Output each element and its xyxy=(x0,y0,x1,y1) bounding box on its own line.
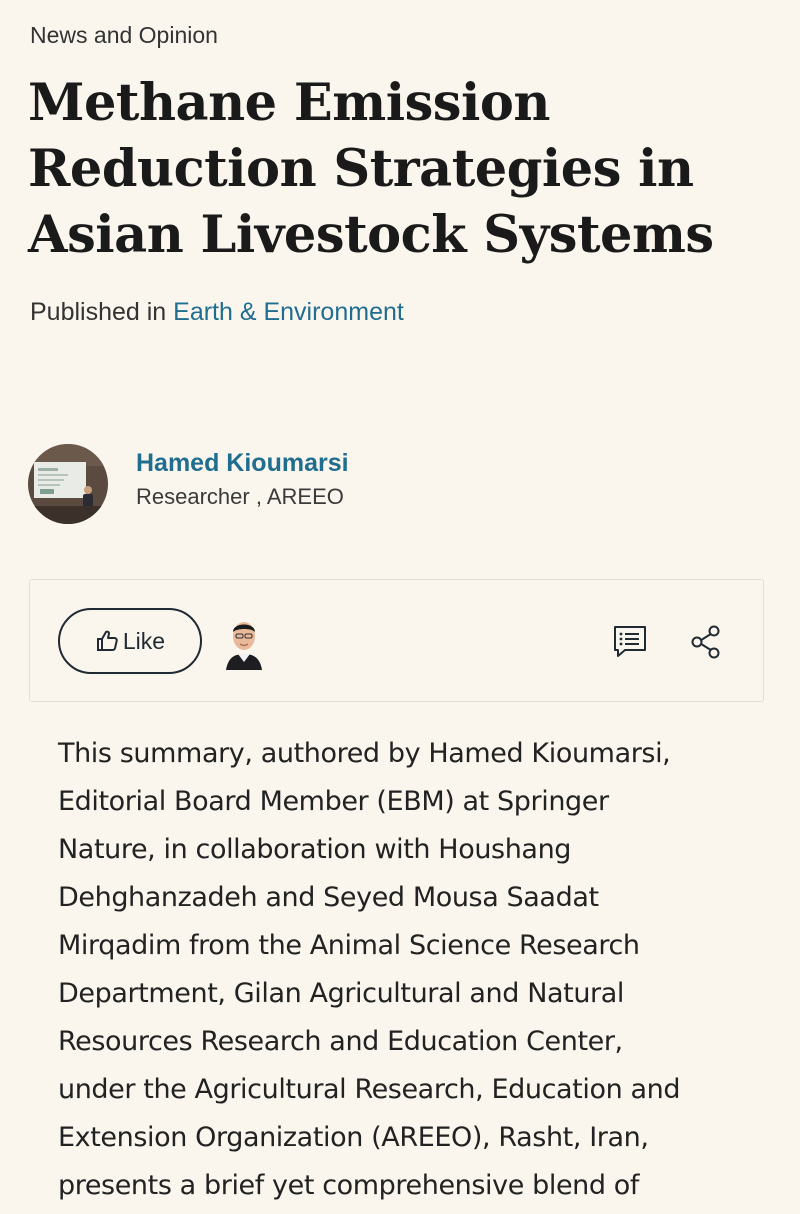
action-bar: Like xyxy=(29,579,764,702)
article-body: This summary, authored by Hamed Kioumars… xyxy=(58,730,758,1210)
body-line: presents a brief yet comprehensive blend… xyxy=(58,1170,640,1201)
liker-avatar[interactable] xyxy=(222,614,266,670)
title-line: Asian Livestock Systems xyxy=(28,205,714,265)
comment-icon[interactable] xyxy=(612,624,648,660)
body-line: This summary, authored by Hamed Kioumars… xyxy=(58,738,671,769)
published-prefix: Published in xyxy=(30,298,174,326)
author-avatar[interactable] xyxy=(28,444,108,524)
like-label: Like xyxy=(122,627,166,654)
article-title: Methane Emission Reduction Strategies in… xyxy=(28,70,768,268)
like-button[interactable]: Like xyxy=(58,608,202,674)
title-line: Methane Emission xyxy=(28,73,550,133)
author-info: Hamed Kioumarsi Researcher , AREEO xyxy=(136,446,349,514)
body-line: Nature, in collaboration with Houshang xyxy=(58,834,572,865)
author-role: Researcher , AREEO xyxy=(136,484,344,509)
thumbs-up-icon xyxy=(96,630,118,651)
share-icon[interactable] xyxy=(690,624,722,660)
body-line: Dehghanzadeh and Seyed Mousa Saadat xyxy=(58,882,599,913)
author-name[interactable]: Hamed Kioumarsi xyxy=(136,446,349,480)
body-line: under the Agricultural Research, Educati… xyxy=(58,1074,681,1105)
body-line: Extension Organization (AREEO), Rasht, I… xyxy=(58,1122,649,1153)
body-line: Resources Research and Education Center, xyxy=(58,1026,623,1057)
author-block: Hamed Kioumarsi Researcher , AREEO xyxy=(28,444,349,524)
section-label[interactable]: News and Opinion xyxy=(30,22,218,49)
channel-link[interactable]: Earth & Environment xyxy=(173,298,404,326)
title-line: Reduction Strategies in xyxy=(28,139,694,199)
body-line: Editorial Board Member (EBM) at Springer xyxy=(58,786,609,817)
body-line: Mirqadim from the Animal Science Researc… xyxy=(58,930,640,961)
body-line: Department, Gilan Agricultural and Natur… xyxy=(58,978,624,1009)
published-in: Published in Earth & Environment xyxy=(30,298,404,327)
